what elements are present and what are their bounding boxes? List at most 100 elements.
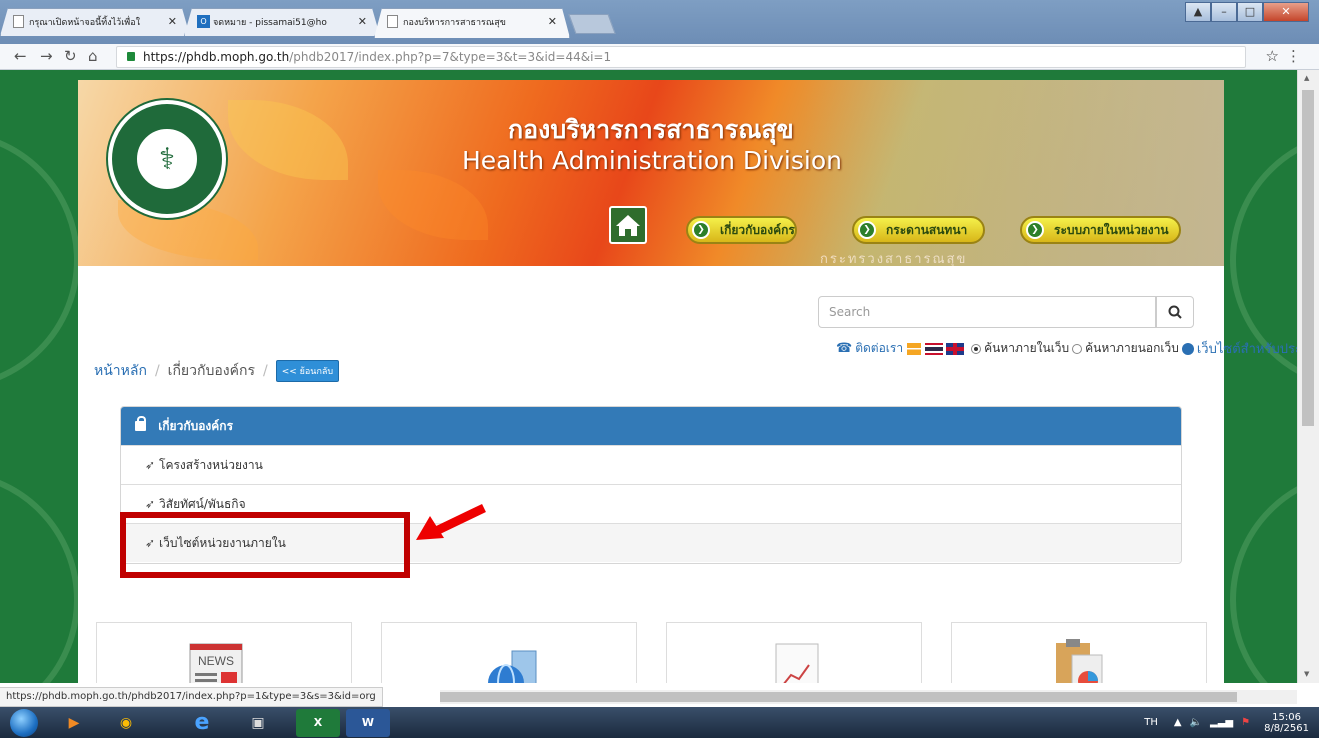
- breadcrumb-home-link[interactable]: หน้าหลัก: [94, 360, 147, 382]
- show-hidden-icons[interactable]: ▲: [1174, 717, 1182, 728]
- network-signal-icon[interactable]: ▂▃▅: [1210, 717, 1233, 728]
- status-bar-url: https://phdb.moph.go.th/phdb2017/index.p…: [0, 687, 383, 707]
- house-icon: [616, 215, 640, 236]
- nav-label: ระบบภายในหน่วยงาน: [1054, 223, 1169, 237]
- ministry-seal-logo[interactable]: ⚕: [108, 100, 226, 218]
- address-bar[interactable]: https://phdb.moph.go.th/phdb2017/index.p…: [116, 46, 1246, 68]
- menu-item-label: โครงสร้างหน่วยงาน: [159, 458, 263, 472]
- maximize-button[interactable]: □: [1237, 2, 1263, 22]
- lock-icon: [127, 52, 135, 61]
- chrome-icon[interactable]: ◉: [104, 709, 148, 737]
- radio-search-inside[interactable]: [971, 343, 982, 354]
- search-button[interactable]: [1156, 296, 1194, 328]
- close-icon[interactable]: ✕: [168, 15, 177, 28]
- computer-icon[interactable]: ▣: [236, 709, 280, 737]
- forward-arrow-icon[interactable]: →: [40, 47, 53, 65]
- excel-icon[interactable]: X: [296, 709, 340, 737]
- phone-icon: ☎: [836, 341, 853, 356]
- back-arrow-icon[interactable]: ←: [14, 47, 27, 65]
- tab-announcement[interactable]: กรุณาเปิดหน้าจอนี้ทิ้งไว้เพื่อใ ✕: [0, 8, 190, 36]
- horizontal-scrollbar[interactable]: [440, 690, 1297, 704]
- globe-folder-icon: [488, 650, 537, 683]
- site-title-thai: กองบริหารการสาธารณสุข: [508, 115, 794, 144]
- background-seal-right: [1230, 470, 1297, 683]
- thai-flag-icon[interactable]: [925, 342, 944, 355]
- website-card[interactable]: [381, 622, 637, 683]
- page-icon: [387, 15, 398, 28]
- tab-label: จดหมาย - pissamai51@ho: [213, 18, 327, 28]
- red-arrow-annotation: [416, 503, 486, 540]
- new-tab-button[interactable]: [568, 14, 616, 34]
- news-card[interactable]: NEWS: [96, 622, 352, 683]
- language-indicator[interactable]: TH: [1144, 717, 1158, 728]
- site-banner: ⚕ กองบริหารการสาธารณสุข Health Administr…: [78, 80, 1224, 266]
- browser-toolbar: ← → ↻ ⌂ https://phdb.moph.go.th/phdb2017…: [0, 44, 1319, 70]
- clock-time: 15:06: [1272, 711, 1301, 723]
- report-card[interactable]: [666, 622, 922, 683]
- statistics-card[interactable]: [951, 622, 1207, 683]
- search-input[interactable]: Search: [818, 296, 1156, 328]
- close-window-button[interactable]: ✕: [1263, 2, 1309, 22]
- send-icon: ➶: [145, 458, 156, 472]
- system-tray: TH ▲ 🔈 ▂▃▅ ⚑ 15:06 8/8/2561: [1144, 707, 1319, 738]
- home-icon[interactable]: ⌂: [88, 47, 98, 65]
- clock[interactable]: 15:06 8/8/2561: [1264, 712, 1309, 734]
- vertical-scrollbar[interactable]: ▲ ▼: [1297, 70, 1319, 683]
- caduceus-icon: ⚕: [158, 142, 176, 177]
- nav-webboard-button[interactable]: ❯ กระดานสนทนา: [852, 216, 986, 244]
- minimize-button[interactable]: –: [1211, 2, 1237, 22]
- tab-outlook-mail[interactable]: O จดหมาย - pissamai51@ho ✕: [184, 8, 380, 36]
- tab-label: กรุณาเปิดหน้าจอนี้ทิ้งไว้เพื่อใ: [29, 18, 141, 28]
- chart-document-icon: [775, 643, 819, 683]
- internet-explorer-icon[interactable]: e: [180, 709, 224, 737]
- public-site-link[interactable]: เว็บไซต์สำหรับประชาชน: [1197, 338, 1297, 359]
- url-path: /phdb2017/index.php?p=7&type=3&t=3&id=44…: [289, 50, 612, 64]
- tab-label: กองบริหารการสาธารณสุข: [403, 18, 506, 28]
- scroll-up-icon[interactable]: ▲: [1304, 74, 1309, 82]
- back-button[interactable]: << ย้อนกลับ: [275, 360, 340, 382]
- background-seal-left: [0, 130, 80, 390]
- breadcrumb-current: เกี่ยวกับองค์กร: [167, 363, 255, 379]
- chevron-right-icon: ❯: [1026, 221, 1044, 239]
- page-icon: [13, 15, 24, 28]
- contact-link[interactable]: ติดต่อเรา: [855, 339, 903, 358]
- menu-icon[interactable]: ⋮: [1286, 47, 1301, 65]
- lock-icon: [135, 416, 146, 431]
- bookmark-star-icon[interactable]: ☆: [1266, 47, 1279, 65]
- close-icon[interactable]: ✕: [548, 15, 557, 28]
- menu-item-org-structure[interactable]: ➶ โครงสร้างหน่วยงาน: [121, 445, 1181, 484]
- newspaper-icon: NEWS: [189, 643, 243, 683]
- clock-date: 8/8/2561: [1264, 722, 1309, 734]
- site-title-english: Health Administration Division: [462, 146, 842, 175]
- volume-icon[interactable]: 🔈: [1190, 717, 1202, 728]
- media-player-icon[interactable]: ▶: [52, 709, 96, 737]
- globe-icon: [1181, 342, 1194, 355]
- background-seal-left: [0, 470, 80, 683]
- nav-about-org-button[interactable]: ❯ เกี่ยวกับองค์กร: [686, 216, 797, 244]
- home-button[interactable]: [609, 206, 647, 244]
- scroll-down-icon[interactable]: ▼: [1304, 670, 1309, 678]
- uk-flag-icon[interactable]: [946, 342, 965, 355]
- action-center-flag-icon[interactable]: ⚑: [1241, 717, 1250, 728]
- leaf-decoration: [378, 170, 488, 240]
- search-icon: [1168, 305, 1182, 319]
- nav-internal-system-button[interactable]: ❯ ระบบภายในหน่วยงาน: [1020, 216, 1181, 244]
- page-viewport: ⚕ กองบริหารการสาธารณสุข Health Administr…: [0, 70, 1297, 683]
- breadcrumb-separator: /: [154, 363, 160, 379]
- word-icon[interactable]: W: [346, 709, 390, 737]
- outlook-icon: O: [197, 15, 210, 28]
- user-icon[interactable]: ▲: [1185, 2, 1211, 22]
- radio-search-outside[interactable]: [1072, 343, 1083, 354]
- banner-watermark: กระทรวงสาธารณสุข: [820, 252, 968, 266]
- start-button[interactable]: [10, 709, 38, 737]
- sitemap-icon[interactable]: [907, 342, 922, 355]
- window-controls: ▲ – □ ✕: [1185, 2, 1309, 22]
- scrollbar-thumb[interactable]: [440, 692, 1237, 702]
- tab-health-admin[interactable]: กองบริหารการสาธารณสุข ✕: [374, 8, 570, 38]
- browser-tab-strip: กรุณาเปิดหน้าจอนี้ทิ้งไว้เพื่อใ ✕ O จดหม…: [0, 0, 1319, 44]
- scrollbar-thumb[interactable]: [1302, 90, 1314, 426]
- windows-taskbar: ▶ ◉ e ▣ X W TH ▲ 🔈 ▂▃▅ ⚑ 15:06 8/8/2561: [0, 707, 1319, 738]
- close-icon[interactable]: ✕: [358, 15, 367, 28]
- nav-label: กระดานสนทนา: [886, 223, 968, 237]
- reload-icon[interactable]: ↻: [64, 47, 77, 65]
